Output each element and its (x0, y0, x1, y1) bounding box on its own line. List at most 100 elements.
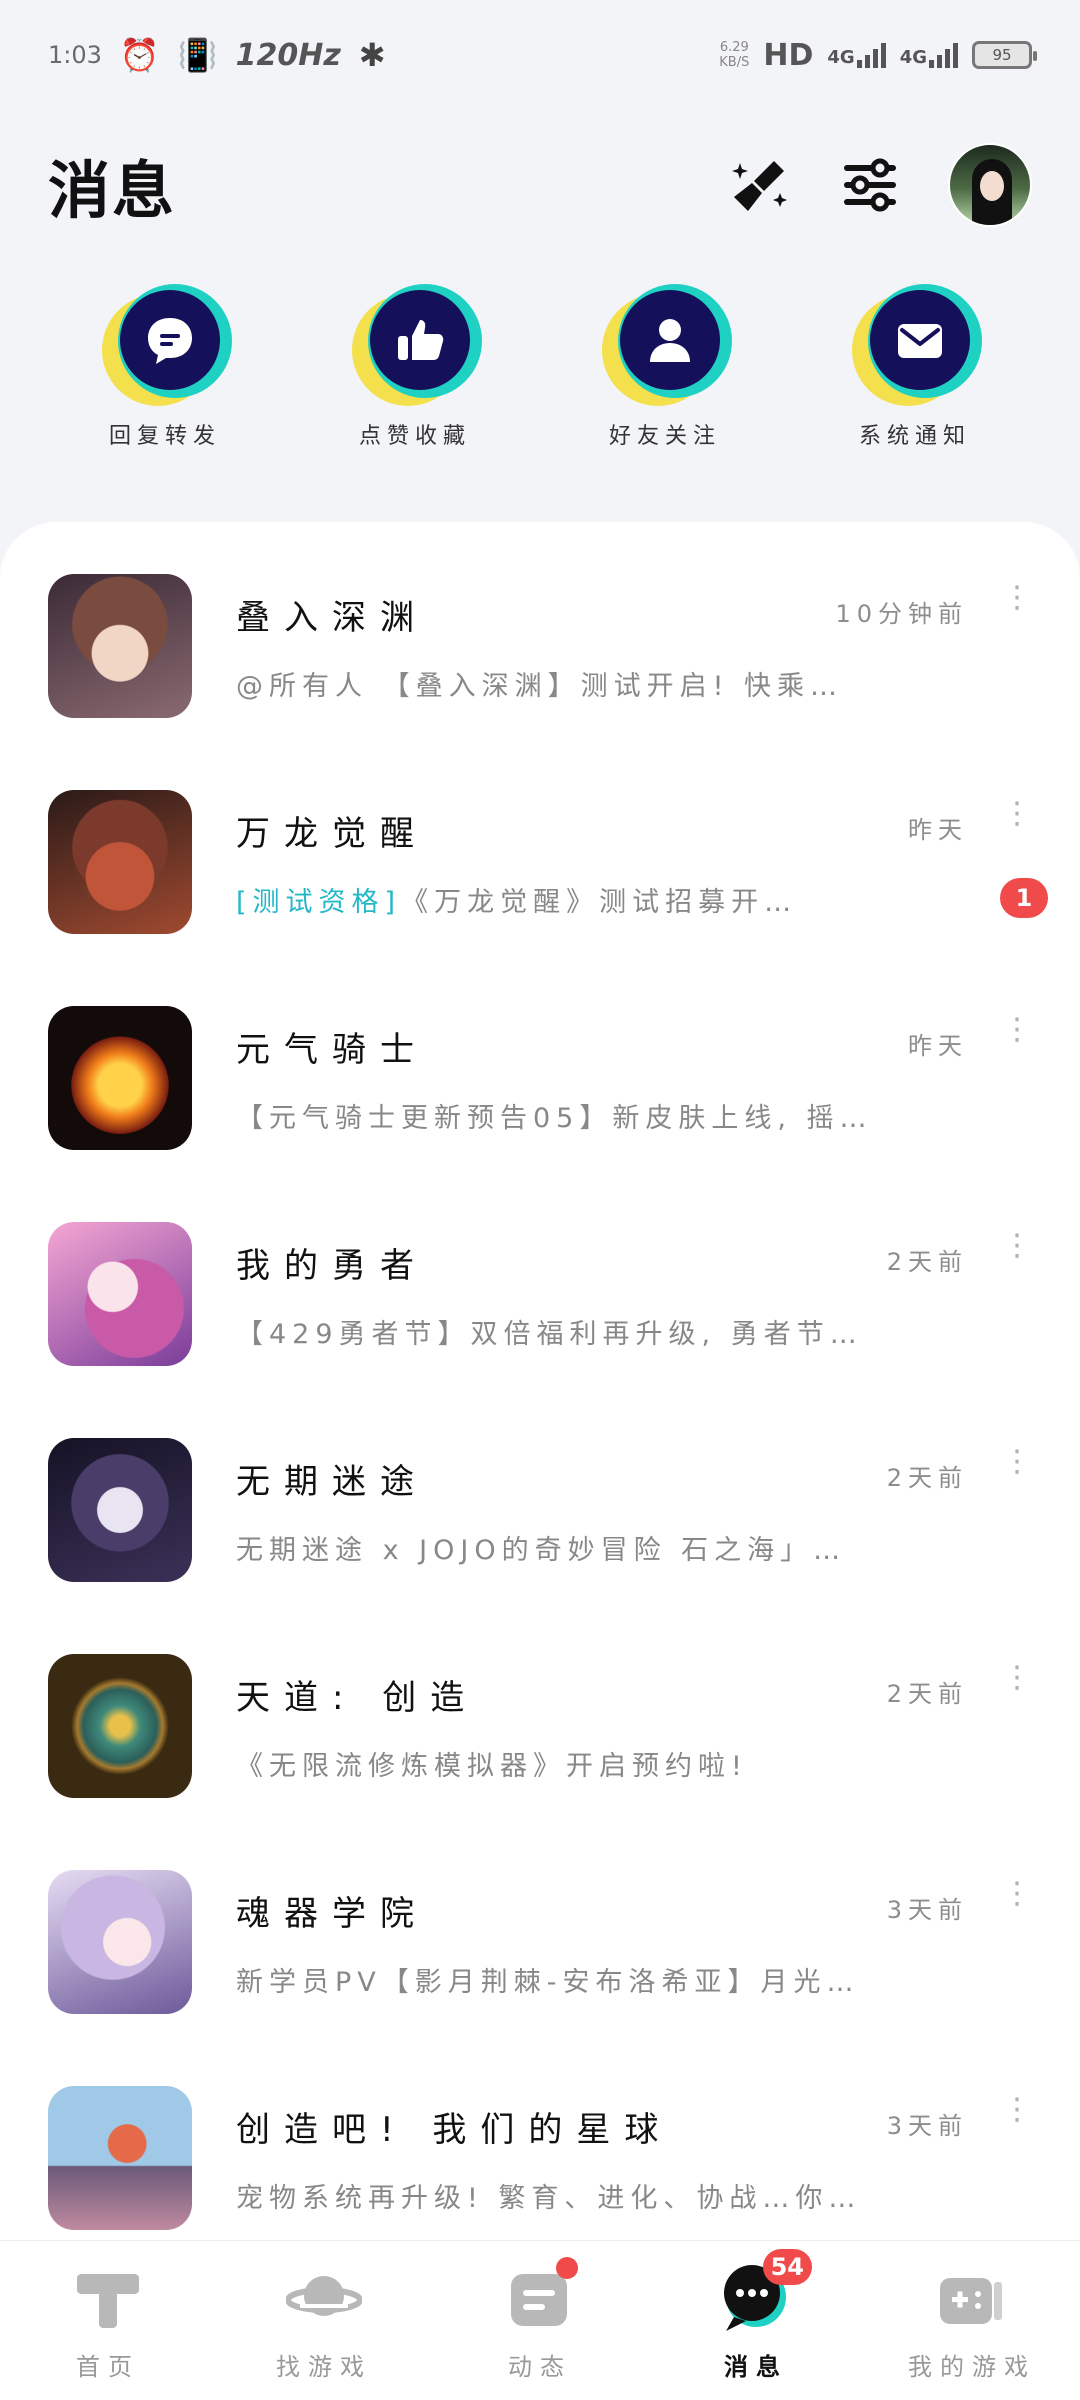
more-options-icon[interactable]: ⋮ (1002, 2095, 1032, 2125)
message-time: 2天前 (886, 1248, 968, 1276)
quick-system-notices[interactable]: 系统通知 (815, 280, 1015, 480)
nav-my-games[interactable]: 我的游戏 (882, 2259, 1062, 2382)
alarm-icon: ⏰ (119, 36, 160, 74)
battery-icon: 95 (972, 41, 1037, 69)
more-options-icon[interactable]: ⋮ (1002, 1447, 1032, 1477)
quick-label: 点赞收藏 (358, 424, 471, 449)
message-title: 万龙觉醒 (236, 814, 428, 854)
game-thumbnail (48, 2086, 192, 2230)
signal-2-label: 4G (899, 47, 927, 68)
planet-icon (282, 2259, 366, 2339)
more-options-icon[interactable]: ⋮ (1002, 1663, 1032, 1693)
message-title: 魂器学院 (236, 1894, 428, 1934)
page-header: 消息 (48, 130, 1032, 240)
net-speed-value: 6.29 (719, 40, 749, 55)
person-icon (600, 280, 732, 410)
mail-icon (850, 280, 982, 410)
net-speed-unit: KB/S (719, 55, 750, 70)
page-title: 消息 (48, 154, 177, 227)
unread-badge: 1 (1000, 878, 1048, 918)
messages-badge: 54 (762, 2249, 812, 2285)
battery-level: 95 (992, 46, 1012, 64)
message-time: 3天前 (886, 2112, 968, 2140)
game-thumbnail (48, 1654, 192, 1798)
message-preview: 新学员PV【影月荆棘-安布洛希亚】月光… (236, 1967, 860, 1998)
broom-sparkle-icon (732, 161, 787, 211)
avatar-face (980, 171, 1004, 201)
message-preview: 无期迷途 x JOJO的奇妙冒险 石之海」… (236, 1535, 847, 1566)
net-speed: 6.29 KB/S (719, 40, 749, 70)
message-row-8[interactable]: 创造吧! 我们的星球 3天前 ⋮ 宠物系统再升级! 繁育、进化、协战…你… (48, 2082, 1048, 2230)
chat-bubble-icon: 54 (714, 2249, 812, 2339)
status-time: 1:03 (48, 41, 102, 69)
message-row-1[interactable]: 叠入深渊 10分钟前 ⋮ @所有人 【叠入深渊】测试开启! 快乘… (48, 570, 1048, 718)
bluetooth-icon: ✱ (358, 36, 386, 74)
message-title: 天道: 创造 (236, 1678, 479, 1718)
quick-label: 好友关注 (608, 424, 721, 449)
game-thumbnail (48, 1438, 192, 1582)
message-row-4[interactable]: 我的勇者 2天前 ⋮ 【429勇者节】双倍福利再升级, 勇者节… (48, 1218, 1048, 1366)
thumbs-up-icon (350, 280, 482, 410)
more-options-icon[interactable]: ⋮ (1002, 1879, 1032, 1909)
nav-home[interactable]: 首页 (18, 2259, 198, 2382)
more-options-icon[interactable]: ⋮ (1002, 1015, 1032, 1045)
message-time: 2天前 (886, 1680, 968, 1708)
message-title: 无期迷途 (236, 1462, 428, 1502)
message-row-5[interactable]: 无期迷途 2天前 ⋮ 无期迷途 x JOJO的奇妙冒险 石之海」… (48, 1434, 1048, 1582)
nav-feed[interactable]: 动态 (450, 2257, 630, 2382)
feed-unread-dot (556, 2257, 578, 2279)
message-row-2[interactable]: 万龙觉醒 昨天 ⋮ [测试资格]《万龙觉醒》测试招募开… 1 (48, 786, 1048, 934)
message-title: 我的勇者 (236, 1246, 428, 1286)
reply-icon (100, 280, 232, 410)
refresh-rate: 120Hz (235, 37, 341, 73)
feed-icon (498, 2257, 582, 2339)
sliders-icon (844, 158, 896, 212)
settings-button[interactable] (838, 153, 902, 217)
message-preview: 宠物系统再升级! 繁育、进化、协战…你… (236, 2183, 862, 2214)
message-list: 叠入深渊 10分钟前 ⋮ @所有人 【叠入深渊】测试开启! 快乘… 万龙觉醒 昨… (0, 522, 1080, 2242)
message-title: 叠入深渊 (236, 598, 428, 638)
quick-reply-forward[interactable]: 回复转发 (65, 280, 265, 480)
message-time: 10分钟前 (835, 600, 968, 628)
message-time: 昨天 (908, 816, 968, 844)
message-time: 2天前 (886, 1464, 968, 1492)
gamepad-icon (930, 2259, 1014, 2339)
vibrate-icon: 📳 (177, 36, 218, 74)
nav-messages[interactable]: 54 消息 (666, 2249, 846, 2382)
clear-unread-button[interactable] (728, 153, 792, 217)
home-icon (66, 2259, 150, 2339)
hd-label: HD (763, 37, 814, 73)
signal-1: 4G (827, 42, 886, 68)
quick-actions: 回复转发 点赞收藏 好友关注 系统通知 (0, 280, 1080, 480)
signal-bars-icon (856, 42, 886, 68)
signal-2: 4G (900, 42, 958, 68)
more-options-icon[interactable]: ⋮ (1002, 799, 1032, 829)
message-row-7[interactable]: 魂器学院 3天前 ⋮ 新学员PV【影月荆棘-安布洛希亚】月光… (48, 1866, 1048, 2014)
nav-label: 动态 (508, 2353, 572, 2381)
user-avatar[interactable] (948, 143, 1032, 227)
more-options-icon[interactable]: ⋮ (1002, 1231, 1032, 1261)
quick-label: 回复转发 (108, 424, 221, 449)
message-preview: @所有人 【叠入深渊】测试开启! 快乘… (236, 671, 843, 702)
quick-likes-favorites[interactable]: 点赞收藏 (315, 280, 515, 480)
game-thumbnail (48, 1222, 192, 1366)
message-preview: 【429勇者节】双倍福利再升级, 勇者节… (236, 1319, 863, 1350)
message-preview: 《无限流修炼模拟器》开启预约啦! (236, 1751, 748, 1782)
nav-label: 我的游戏 (908, 2353, 1036, 2381)
message-row-3[interactable]: 元气骑士 昨天 ⋮ 【元气骑士更新预告05】新皮肤上线, 摇… (48, 1002, 1048, 1150)
game-thumbnail (48, 790, 192, 934)
message-row-6[interactable]: 天道: 创造 2天前 ⋮ 《无限流修炼模拟器》开启预约啦! (48, 1650, 1048, 1798)
game-thumbnail (48, 574, 192, 718)
signal-bars-icon (929, 42, 958, 68)
nav-find-games[interactable]: 找游戏 (234, 2259, 414, 2382)
message-time: 3天前 (886, 1896, 968, 1924)
game-thumbnail (48, 1870, 192, 2014)
nav-label: 首页 (76, 2353, 140, 2381)
quick-friends-follows[interactable]: 好友关注 (565, 280, 765, 480)
message-time: 昨天 (908, 1032, 968, 1060)
message-title: 元气骑士 (236, 1030, 428, 1070)
more-options-icon[interactable]: ⋮ (1002, 583, 1032, 613)
message-title: 创造吧! 我们的星球 (236, 2110, 673, 2150)
bottom-nav: 首页 找游戏 动态 54 消息 我的游戏 (0, 2240, 1080, 2400)
message-tag: [测试资格] (236, 887, 402, 918)
